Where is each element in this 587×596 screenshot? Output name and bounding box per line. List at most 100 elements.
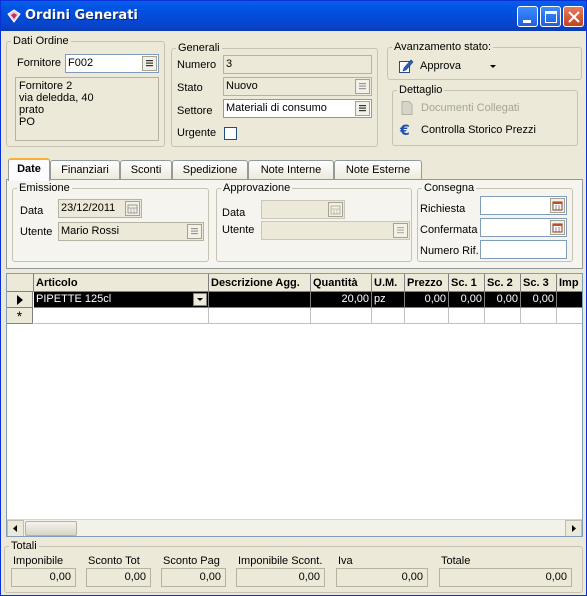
new-cell-sc3[interactable] — [521, 308, 557, 324]
stato-label: Stato — [177, 82, 203, 94]
col-imp[interactable]: Imp — [557, 274, 582, 292]
imponibile-field: 0,00 — [11, 568, 76, 587]
list-icon — [397, 227, 404, 234]
utente-lookup-button — [187, 224, 202, 239]
euro-icon: € — [399, 122, 415, 139]
approva-label: Approva — [420, 60, 461, 72]
new-cell-sc1[interactable] — [449, 308, 485, 324]
col-sc3[interactable]: Sc. 3 — [521, 274, 557, 292]
scroll-left-button[interactable] — [7, 520, 24, 536]
settore-lookup-button[interactable] — [355, 101, 370, 116]
richiesta-calendar-button[interactable] — [550, 198, 565, 213]
lookup-button[interactable] — [142, 56, 157, 71]
documenti-collegati-button[interactable]: Documenti Collegati — [399, 98, 559, 118]
documenti-collegati-label: Documenti Collegati — [421, 102, 520, 114]
cell-imp[interactable] — [557, 292, 582, 308]
iva-label: Iva — [338, 555, 353, 567]
new-cell-imp[interactable] — [557, 308, 582, 324]
maximize-button[interactable] — [540, 6, 561, 27]
new-cell-sc2[interactable] — [485, 308, 521, 324]
main-window: Ordini Generati Dati Ordine Fornitore F0… — [0, 0, 587, 596]
cell-quantita[interactable]: 20,00 — [311, 292, 372, 308]
horizontal-scrollbar[interactable] — [7, 519, 582, 536]
tab-finanziari[interactable]: Finanziari — [50, 160, 120, 180]
calendar-icon — [552, 223, 563, 233]
cell-sc3[interactable]: 0,00 — [521, 292, 557, 308]
col-prezzo[interactable]: Prezzo — [405, 274, 449, 292]
tab-date[interactable]: Date — [8, 158, 50, 181]
totale-field: 0,00 — [439, 568, 572, 587]
cell-descrizione[interactable] — [209, 292, 311, 308]
dettaglio-title: Dettaglio — [397, 84, 445, 96]
stato-field: Nuovo — [223, 77, 372, 96]
title-bar[interactable]: Ordini Generati — [1, 1, 586, 31]
totale-label: Totale — [441, 555, 471, 567]
tab-spedizione[interactable]: Spedizione — [172, 160, 248, 180]
cell-prezzo[interactable]: 0,00 — [405, 292, 449, 308]
col-sc1[interactable]: Sc. 1 — [449, 274, 485, 292]
svg-text:€: € — [399, 123, 410, 138]
table-row[interactable]: PIPETTE 125cl 20,00 pz 0,00 0,00 0,00 0,… — [7, 292, 582, 308]
imponibile-scont-label: Imponibile Scont. — [238, 555, 323, 567]
imponibile-label: Imponibile — [13, 555, 64, 567]
col-sc2[interactable]: Sc. 2 — [485, 274, 521, 292]
approvazione-data-label: Data — [222, 207, 246, 219]
stato-value: Nuovo — [226, 80, 258, 92]
approva-button[interactable]: Approva — [398, 56, 498, 76]
new-cell-descrizione[interactable] — [209, 308, 311, 324]
settore-label: Settore — [177, 105, 213, 117]
confermata-calendar-button[interactable] — [550, 220, 565, 235]
tab-sconti[interactable]: Sconti — [120, 160, 172, 180]
minimize-icon — [523, 20, 531, 23]
consegna-title: Consegna — [422, 182, 477, 194]
cell-sc2[interactable]: 0,00 — [485, 292, 521, 308]
tab-note-esterne[interactable]: Note Esterne — [334, 160, 422, 180]
emissione-utente-value: Mario Rossi — [61, 225, 120, 237]
dropdown-arrow-icon — [489, 56, 497, 83]
articolo-dropdown-button[interactable] — [193, 293, 207, 306]
new-cell-articolo[interactable] — [34, 308, 209, 324]
current-row-arrow-icon — [17, 295, 23, 305]
richiesta-field[interactable] — [480, 196, 567, 215]
urgente-checkbox[interactable] — [224, 127, 237, 140]
scroll-right-button[interactable] — [565, 520, 582, 536]
col-um[interactable]: U.M. — [372, 274, 405, 292]
scroll-right-icon — [572, 525, 576, 532]
list-icon — [359, 83, 366, 90]
new-cell-quantita[interactable] — [311, 308, 372, 324]
numero-label: Numero — [177, 59, 217, 71]
close-button[interactable] — [563, 6, 584, 27]
col-quantita[interactable]: Quantità — [311, 274, 372, 292]
calendar-button — [125, 201, 140, 216]
confermata-field[interactable] — [480, 218, 567, 237]
settore-field[interactable]: Materiali di consumo — [223, 99, 372, 118]
controlla-storico-button[interactable]: € Controlla Storico Prezzi — [399, 120, 569, 140]
new-cell-prezzo[interactable] — [405, 308, 449, 324]
tab-note-interne[interactable]: Note Interne — [248, 160, 334, 180]
sconto-pag-label: Sconto Pag — [163, 555, 220, 567]
emissione-utente-label: Utente — [20, 226, 53, 238]
numero-rif-field[interactable] — [480, 240, 567, 259]
new-cell-um[interactable] — [372, 308, 405, 324]
cell-um[interactable]: pz — [372, 292, 405, 308]
approvazione-utente-label: Utente — [222, 224, 255, 236]
emissione-utente-field: Mario Rossi — [58, 222, 204, 241]
sconto-tot-field: 0,00 — [86, 568, 151, 587]
chevron-down-icon — [197, 298, 203, 301]
cell-sc1[interactable]: 0,00 — [449, 292, 485, 308]
emissione-title: Emissione — [17, 182, 72, 194]
fornitore-label: Fornitore — [17, 57, 62, 69]
urgente-label: Urgente — [177, 127, 217, 139]
minimize-button[interactable] — [517, 6, 538, 27]
close-icon — [568, 11, 580, 23]
articoli-grid[interactable]: Articolo Descrizione Agg. Quantità U.M. … — [6, 273, 583, 537]
scroll-thumb[interactable] — [25, 521, 77, 536]
cell-articolo[interactable]: PIPETTE 125cl — [34, 292, 209, 308]
emissione-data-field: 23/12/2011 — [58, 199, 142, 218]
approvazione-utente-lookup — [393, 223, 408, 238]
col-articolo[interactable]: Articolo — [34, 274, 209, 292]
col-descrizione-agg[interactable]: Descrizione Agg. — [209, 274, 311, 292]
new-row[interactable]: * — [7, 308, 582, 324]
stato-lookup-button — [355, 79, 370, 94]
fornitore-field[interactable]: F002 — [65, 54, 159, 73]
